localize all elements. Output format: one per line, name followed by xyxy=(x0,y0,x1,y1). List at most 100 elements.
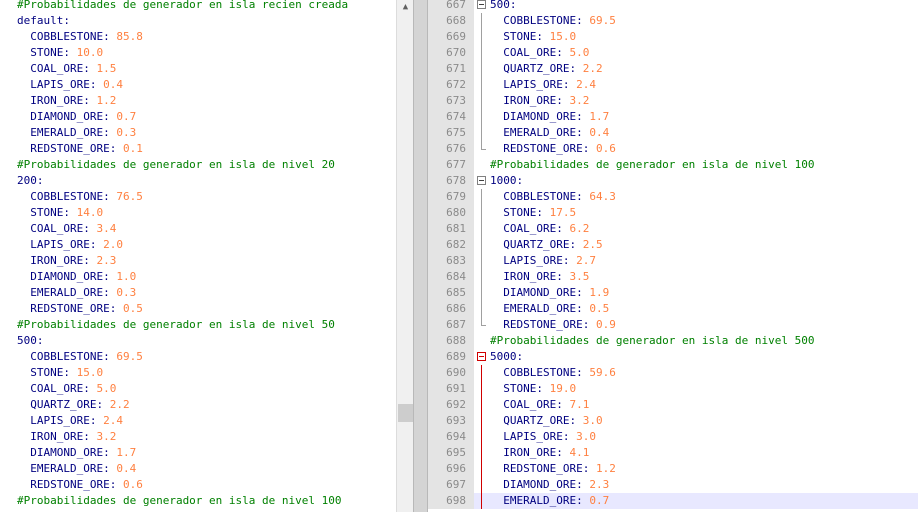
code-line[interactable]: LAPIS_ORE: 0.4 xyxy=(0,77,396,93)
code-line[interactable]: 684 IRON_ORE: 3.5 xyxy=(428,269,918,285)
fold-margin[interactable] xyxy=(474,445,488,461)
scroll-up-icon[interactable]: ▲ xyxy=(398,0,413,14)
code-line[interactable]: #Probabilidades de generador en isla de … xyxy=(0,317,396,333)
fold-margin[interactable] xyxy=(474,29,488,45)
code-line[interactable]: DIAMOND_ORE: 1.7 xyxy=(0,445,396,461)
fold-collapse-icon[interactable] xyxy=(477,176,486,185)
code-line[interactable]: 690 COBBLESTONE: 59.6 xyxy=(428,365,918,381)
code-line[interactable]: 673 IRON_ORE: 3.2 xyxy=(428,93,918,109)
code-line[interactable]: 200: xyxy=(0,173,396,189)
fold-margin[interactable] xyxy=(474,493,488,509)
code-line[interactable]: 692 COAL_ORE: 7.1 xyxy=(428,397,918,413)
code-line[interactable]: 695 IRON_ORE: 4.1 xyxy=(428,445,918,461)
code-line[interactable]: LAPIS_ORE: 2.0 xyxy=(0,237,396,253)
fold-margin[interactable] xyxy=(474,93,488,109)
code-line[interactable]: #Probabilidades de generador en isla rec… xyxy=(0,0,396,13)
fold-margin[interactable] xyxy=(474,109,488,125)
code-line[interactable]: IRON_ORE: 3.2 xyxy=(0,429,396,445)
code-line[interactable]: COAL_ORE: 3.4 xyxy=(0,221,396,237)
fold-margin[interactable] xyxy=(474,349,488,365)
code-line[interactable]: STONE: 15.0 xyxy=(0,365,396,381)
fold-margin[interactable] xyxy=(474,205,488,221)
fold-margin[interactable] xyxy=(474,461,488,477)
code-line[interactable]: REDSTONE_ORE: 0.5 xyxy=(0,301,396,317)
fold-margin[interactable] xyxy=(474,77,488,93)
fold-margin[interactable] xyxy=(474,141,488,157)
code-line[interactable]: 698 EMERALD_ORE: 0.7 xyxy=(428,493,918,509)
code-line[interactable]: 694 LAPIS_ORE: 3.0 xyxy=(428,429,918,445)
code-line[interactable]: 687 REDSTONE_ORE: 0.9 xyxy=(428,317,918,333)
code-line[interactable]: 685 DIAMOND_ORE: 1.9 xyxy=(428,285,918,301)
code-line[interactable]: COBBLESTONE: 85.8 xyxy=(0,29,396,45)
fold-margin[interactable] xyxy=(474,0,488,13)
code-line[interactable]: 668 COBBLESTONE: 69.5 xyxy=(428,13,918,29)
scrollbar-thumb[interactable] xyxy=(398,404,413,422)
code-line[interactable]: #Probabilidades de generador en isla de … xyxy=(0,157,396,173)
left-vertical-scrollbar[interactable]: ▲ xyxy=(396,0,413,512)
code-line[interactable]: REDSTONE_ORE: 0.1 xyxy=(0,141,396,157)
fold-margin[interactable] xyxy=(474,301,488,317)
code-line[interactable]: REDSTONE_ORE: 0.6 xyxy=(0,477,396,493)
code-line[interactable]: 674 DIAMOND_ORE: 1.7 xyxy=(428,109,918,125)
fold-margin[interactable] xyxy=(474,253,488,269)
code-line[interactable]: LAPIS_ORE: 2.4 xyxy=(0,413,396,429)
fold-margin[interactable] xyxy=(474,317,488,333)
code-line[interactable]: 697 DIAMOND_ORE: 2.3 xyxy=(428,477,918,493)
fold-margin[interactable] xyxy=(474,269,488,285)
code-line[interactable]: 679 COBBLESTONE: 64.3 xyxy=(428,189,918,205)
right-editor-pane[interactable]: 667 500: 668 COBBLESTONE: 69.5 669 STONE: 1… xyxy=(428,0,918,512)
code-line[interactable]: 676 REDSTONE_ORE: 0.6 xyxy=(428,141,918,157)
fold-margin[interactable] xyxy=(474,365,488,381)
fold-margin[interactable] xyxy=(474,429,488,445)
fold-collapse-icon[interactable] xyxy=(477,352,486,361)
fold-margin[interactable] xyxy=(474,397,488,413)
fold-margin[interactable] xyxy=(474,413,488,429)
fold-margin[interactable] xyxy=(474,173,488,189)
code-line[interactable]: 680 STONE: 17.5 xyxy=(428,205,918,221)
fold-margin[interactable] xyxy=(474,333,488,349)
code-line[interactable]: 691 STONE: 19.0 xyxy=(428,381,918,397)
code-line[interactable]: 681 COAL_ORE: 6.2 xyxy=(428,221,918,237)
code-line[interactable]: 686 EMERALD_ORE: 0.5 xyxy=(428,301,918,317)
fold-margin[interactable] xyxy=(474,13,488,29)
code-line[interactable]: COBBLESTONE: 76.5 xyxy=(0,189,396,205)
code-line[interactable]: EMERALD_ORE: 0.4 xyxy=(0,461,396,477)
split-divider[interactable] xyxy=(413,0,428,512)
code-line[interactable]: 688 #Probabilidades de generador en isla … xyxy=(428,333,918,349)
code-line[interactable]: 669 STONE: 15.0 xyxy=(428,29,918,45)
code-line[interactable]: EMERALD_ORE: 0.3 xyxy=(0,125,396,141)
code-line[interactable]: STONE: 10.0 xyxy=(0,45,396,61)
code-line[interactable]: #Probabilidades de generador en isla de … xyxy=(0,493,396,509)
code-line[interactable]: 677 #Probabilidades de generador en isla … xyxy=(428,157,918,173)
fold-margin[interactable] xyxy=(474,157,488,173)
left-code-area[interactable]: #Probabilidades de generador en isla rec… xyxy=(0,0,396,509)
fold-margin[interactable] xyxy=(474,381,488,397)
code-line[interactable]: QUARTZ_ORE: 2.2 xyxy=(0,397,396,413)
code-line[interactable]: 693 QUARTZ_ORE: 3.0 xyxy=(428,413,918,429)
fold-margin[interactable] xyxy=(474,125,488,141)
fold-margin[interactable] xyxy=(474,237,488,253)
code-line[interactable]: 682 QUARTZ_ORE: 2.5 xyxy=(428,237,918,253)
code-line[interactable]: 667 500: xyxy=(428,0,918,13)
left-editor-pane[interactable]: #Probabilidades de generador en isla rec… xyxy=(0,0,396,512)
code-line[interactable]: IRON_ORE: 1.2 xyxy=(0,93,396,109)
code-line[interactable]: 670 COAL_ORE: 5.0 xyxy=(428,45,918,61)
code-line[interactable]: 671 QUARTZ_ORE: 2.2 xyxy=(428,61,918,77)
code-line[interactable]: COBBLESTONE: 69.5 xyxy=(0,349,396,365)
code-line[interactable]: default: xyxy=(0,13,396,29)
code-line[interactable]: 500: xyxy=(0,333,396,349)
code-line[interactable]: 696 REDSTONE_ORE: 1.2 xyxy=(428,461,918,477)
fold-margin[interactable] xyxy=(474,189,488,205)
code-line[interactable]: DIAMOND_ORE: 1.0 xyxy=(0,269,396,285)
code-line[interactable]: 672 LAPIS_ORE: 2.4 xyxy=(428,77,918,93)
code-line[interactable]: 675 EMERALD_ORE: 0.4 xyxy=(428,125,918,141)
fold-margin[interactable] xyxy=(474,477,488,493)
fold-margin[interactable] xyxy=(474,61,488,77)
code-line[interactable]: COAL_ORE: 5.0 xyxy=(0,381,396,397)
code-line[interactable]: IRON_ORE: 2.3 xyxy=(0,253,396,269)
fold-margin[interactable] xyxy=(474,221,488,237)
code-line[interactable]: STONE: 14.0 xyxy=(0,205,396,221)
code-line[interactable]: 683 LAPIS_ORE: 2.7 xyxy=(428,253,918,269)
code-line[interactable]: DIAMOND_ORE: 0.7 xyxy=(0,109,396,125)
code-line[interactable]: 678 1000: xyxy=(428,173,918,189)
